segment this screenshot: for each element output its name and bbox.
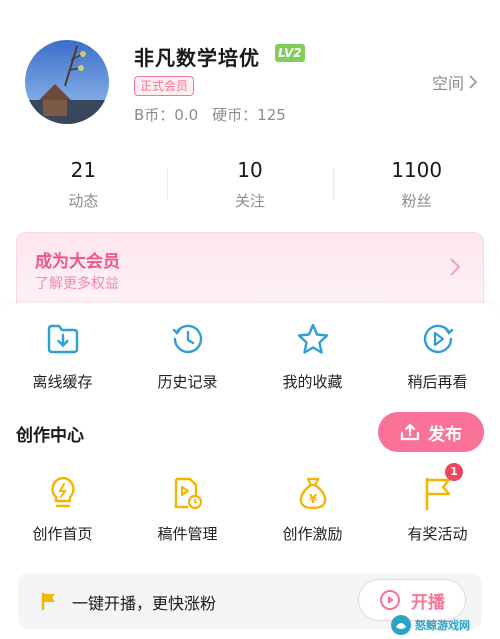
creation-item-label: 稿件管理 (157, 525, 218, 543)
stat-value: 10 (237, 158, 263, 182)
history-clock-icon (170, 321, 206, 357)
go-live-label: 开播 (411, 592, 445, 613)
bulb-icon (50, 476, 75, 508)
quick-actions: 离线缓存 历史记录 我的收藏 稍后再看 (0, 321, 500, 392)
svg-text:¥: ¥ (308, 492, 317, 506)
creation-item-label: 有奖活动 (407, 525, 468, 543)
money-bag-icon: ¥ (299, 477, 326, 510)
star-icon (295, 321, 331, 357)
stats-row: 21 动态 10 关注 1100 粉丝 (0, 150, 500, 220)
space-label: 空间 (431, 74, 464, 93)
site-watermark: 怒鲸游戏网 (390, 612, 498, 638)
user-name[interactable]: 非凡数学培优 (134, 42, 260, 71)
vip-status-badge: 正式会员 (134, 76, 195, 96)
favorites-button[interactable]: 我的收藏 (250, 321, 375, 392)
main-panel: 离线缓存 历史记录 我的收藏 稍后再看 创作中心 发布 创作首页 稿件管理 ¥ … (0, 303, 500, 639)
creation-tools: 创作首页 稿件管理 ¥ 创作激励 1 有奖活动 (0, 463, 500, 544)
level-badge: LV2 (275, 44, 305, 62)
flag-icon (425, 477, 450, 511)
stat-dynamics[interactable]: 21 动态 (0, 150, 167, 220)
download-folder-icon (45, 321, 81, 357)
vip-promo-subtitle: 了解更多权益 (35, 276, 119, 292)
creation-center-title: 创作中心 (16, 426, 84, 446)
creator-incentive-button[interactable]: ¥ 创作激励 (250, 475, 375, 544)
stat-value: 1100 (391, 158, 443, 182)
flag-small-icon (41, 592, 55, 610)
publish-button[interactable]: 发布 (378, 412, 484, 452)
manuscript-icon (174, 477, 202, 510)
stat-value: 21 (70, 158, 97, 182)
quick-action-label: 稍后再看 (407, 373, 468, 391)
stat-label: 关注 (235, 192, 266, 210)
watch-later-icon (420, 321, 456, 357)
watermark-text: 怒鲸游戏网 (415, 619, 470, 632)
reward-events-button[interactable]: 1 有奖活动 (375, 463, 500, 544)
vip-promo-title: 成为大会员 (35, 252, 120, 272)
space-link[interactable]: 空间 (432, 70, 478, 94)
profile-header: 非凡数学培优 LV2 正式会员 B币：0.0 硬币：125 空间 (0, 0, 500, 145)
quick-action-label: 离线缓存 (32, 373, 93, 391)
stat-fans[interactable]: 1100 粉丝 (333, 150, 500, 220)
offline-cache-button[interactable]: 离线缓存 (0, 321, 125, 392)
watch-later-button[interactable]: 稍后再看 (375, 321, 500, 392)
creator-home-button[interactable]: 创作首页 (0, 475, 125, 544)
b-coin-text: B币：0.0 (134, 106, 199, 124)
notification-badge: 1 (445, 463, 463, 481)
chevron-right-icon (450, 258, 461, 276)
creation-item-label: 创作首页 (32, 525, 93, 543)
coin-balance: B币：0.0 硬币：125 (134, 104, 286, 125)
upload-icon (400, 423, 420, 441)
quick-action-label: 历史记录 (157, 373, 218, 391)
chevron-right-icon (469, 75, 478, 89)
quick-action-label: 我的收藏 (282, 373, 343, 391)
avatar[interactable] (25, 40, 109, 124)
go-live-text: 一键开播，更快涨粉 (72, 594, 217, 613)
watermark-logo-icon (391, 615, 411, 635)
vip-promo-card[interactable]: 成为大会员 了解更多权益 (16, 232, 484, 306)
play-circle-icon (380, 590, 400, 610)
stat-label: 粉丝 (401, 192, 432, 210)
manuscript-manage-button[interactable]: 稿件管理 (125, 475, 250, 544)
publish-label: 发布 (428, 424, 462, 445)
creation-item-label: 创作激励 (282, 525, 343, 543)
stat-following[interactable]: 10 关注 (166, 150, 334, 220)
history-button[interactable]: 历史记录 (125, 321, 250, 392)
hard-coin-text: 硬币：125 (212, 106, 286, 124)
stat-label: 动态 (68, 192, 99, 210)
